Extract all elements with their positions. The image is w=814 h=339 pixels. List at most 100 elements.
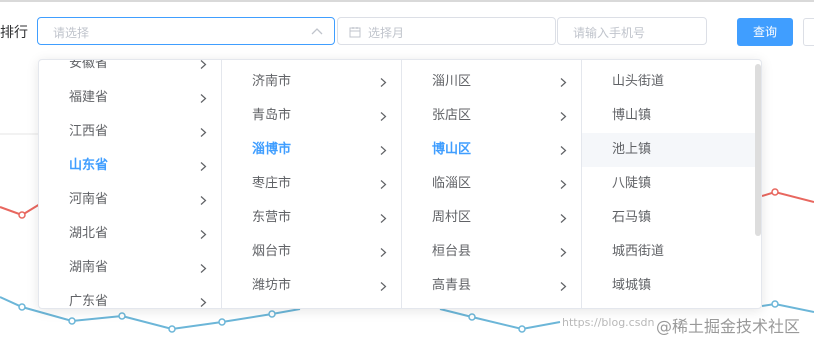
phone-placeholder: 请输入手机号 — [573, 26, 646, 40]
chevron-right-icon — [380, 78, 387, 87]
district-item-label: 张店区 — [432, 108, 472, 123]
chevron-right-icon — [200, 128, 207, 137]
city-item-label: 枣庄市 — [252, 176, 292, 191]
province-item[interactable]: 河南省 — [39, 183, 221, 217]
city-item-label: 东营市 — [252, 210, 292, 225]
month-placeholder: 选择月 — [368, 26, 405, 40]
town-item[interactable]: 八陡镇 — [582, 167, 761, 201]
chevron-right-icon — [560, 180, 567, 189]
town-item[interactable]: 城西街道 — [582, 235, 761, 269]
chevron-right-icon — [560, 282, 567, 291]
district-item[interactable]: 临淄区 — [402, 167, 581, 201]
blue-series-point — [118, 312, 126, 320]
town-item[interactable]: 山头街道 — [582, 65, 761, 99]
town-column: 域城镇 城西街道 石马镇 八陡镇 池上镇 博山镇 山头街道 — [582, 60, 761, 308]
town-item[interactable]: 域城镇 — [582, 269, 761, 303]
city-item-label: 潍坊市 — [252, 278, 292, 293]
city-item-label: 淄博市 — [252, 142, 292, 157]
city-item-label: 济南市 — [252, 74, 292, 89]
town-item-label: 八陡镇 — [612, 176, 652, 191]
blue-series-point — [468, 313, 476, 321]
blue-series-point — [18, 303, 26, 311]
province-item-label: 河南省 — [69, 192, 109, 207]
district-item-label: 桓台县 — [432, 244, 472, 259]
town-item-label: 石马镇 — [612, 210, 652, 225]
city-item[interactable]: 潍坊市 — [222, 269, 401, 303]
town-item-label: 山头街道 — [612, 74, 665, 89]
city-item[interactable]: 济南市 — [222, 65, 401, 99]
town-item[interactable]: 博山镇 — [582, 99, 761, 133]
chevron-right-icon — [200, 196, 207, 205]
city-item[interactable]: 青岛市 — [222, 99, 401, 133]
chevron-right-icon — [380, 180, 387, 189]
chevron-right-icon — [200, 162, 207, 171]
town-item-label: 池上镇 — [612, 142, 652, 157]
city-item-label: 烟台市 — [252, 244, 292, 259]
district-item-label: 临淄区 — [432, 176, 472, 191]
province-item-label: 湖南省 — [69, 260, 109, 275]
city-item[interactable]: 淄博市 — [222, 133, 401, 167]
chevron-right-icon — [380, 214, 387, 223]
query-button[interactable]: 查询 — [737, 18, 793, 46]
chevron-right-icon — [200, 298, 207, 307]
chevron-right-icon — [380, 282, 387, 291]
district-item[interactable]: 张店区 — [402, 99, 581, 133]
city-item[interactable]: 枣庄市 — [222, 167, 401, 201]
province-item[interactable]: 江西省 — [39, 115, 221, 149]
chevron-right-icon — [380, 248, 387, 257]
city-column: 潍坊市 烟台市 东营市 枣庄市 淄博市 青岛市 济南市 — [222, 60, 402, 308]
district-item-label: 淄川区 — [432, 74, 472, 89]
chevron-right-icon — [560, 248, 567, 257]
blue-series-point — [218, 318, 226, 326]
province-item[interactable]: 湖南省 — [39, 251, 221, 285]
province-item[interactable]: 山东省 — [39, 149, 221, 183]
district-item[interactable]: 博山区 — [402, 133, 581, 167]
region-cascader-input[interactable]: 请选择 — [37, 17, 335, 45]
chevron-right-icon — [560, 78, 567, 87]
chevron-up-icon — [311, 28, 323, 35]
province-item-label: 安徽省 — [69, 60, 109, 71]
district-item[interactable]: 桓台县 — [402, 235, 581, 269]
chevron-right-icon — [200, 94, 207, 103]
province-item[interactable]: 广东省 — [39, 285, 221, 308]
watermark-url: https://blog.csdn — [562, 316, 655, 329]
phone-input[interactable]: 请输入手机号 — [557, 17, 707, 45]
blue-series-line-right — [761, 302, 814, 313]
town-column-scrollbar[interactable] — [755, 64, 761, 236]
district-item-label: 周村区 — [432, 210, 472, 225]
watermark-brand: @稀土掘金技术社区 — [656, 317, 801, 336]
blue-series-point — [68, 317, 76, 325]
month-picker-input[interactable]: 选择月 — [337, 17, 556, 45]
district-item[interactable]: 高青县 — [402, 269, 581, 303]
chevron-right-icon — [200, 60, 207, 69]
chevron-right-icon — [560, 112, 567, 121]
chevron-right-icon — [380, 146, 387, 155]
blue-series-point — [518, 325, 526, 333]
province-item-label: 山东省 — [69, 158, 109, 173]
town-item-label: 博山镇 — [612, 108, 652, 123]
town-item-label: 域城镇 — [612, 278, 652, 293]
province-item[interactable]: 湖北省 — [39, 217, 221, 251]
district-item[interactable]: 淄川区 — [402, 65, 581, 99]
province-item-label: 湖北省 — [69, 226, 109, 241]
province-item[interactable]: 安徽省 — [39, 60, 221, 81]
chevron-right-icon — [200, 230, 207, 239]
red-series-point — [18, 211, 26, 219]
blue-series-line-mid — [439, 308, 561, 331]
cascader-dropdown-panel: 广东省 湖南省 湖北省 河南省 山东省 江西省 福建省 安徽省 潍坊市 烟台市 东营市 枣庄市 淄博市… — [38, 59, 762, 309]
blue-series-point — [771, 300, 779, 308]
city-item-label: 青岛市 — [252, 108, 292, 123]
chevron-right-icon — [380, 112, 387, 121]
district-item[interactable]: 周村区 — [402, 201, 581, 235]
reset-button[interactable] — [803, 18, 814, 46]
town-item-label: 城西街道 — [612, 244, 665, 259]
province-item-label: 福建省 — [69, 90, 109, 105]
town-item[interactable]: 池上镇 — [582, 133, 761, 167]
district-item-label: 高青县 — [432, 278, 472, 293]
cascader-placeholder: 请选择 — [53, 26, 90, 40]
city-item[interactable]: 东营市 — [222, 201, 401, 235]
province-column: 广东省 湖南省 湖北省 河南省 山东省 江西省 福建省 安徽省 — [39, 60, 222, 308]
province-item[interactable]: 福建省 — [39, 81, 221, 115]
town-item[interactable]: 石马镇 — [582, 201, 761, 235]
city-item[interactable]: 烟台市 — [222, 235, 401, 269]
